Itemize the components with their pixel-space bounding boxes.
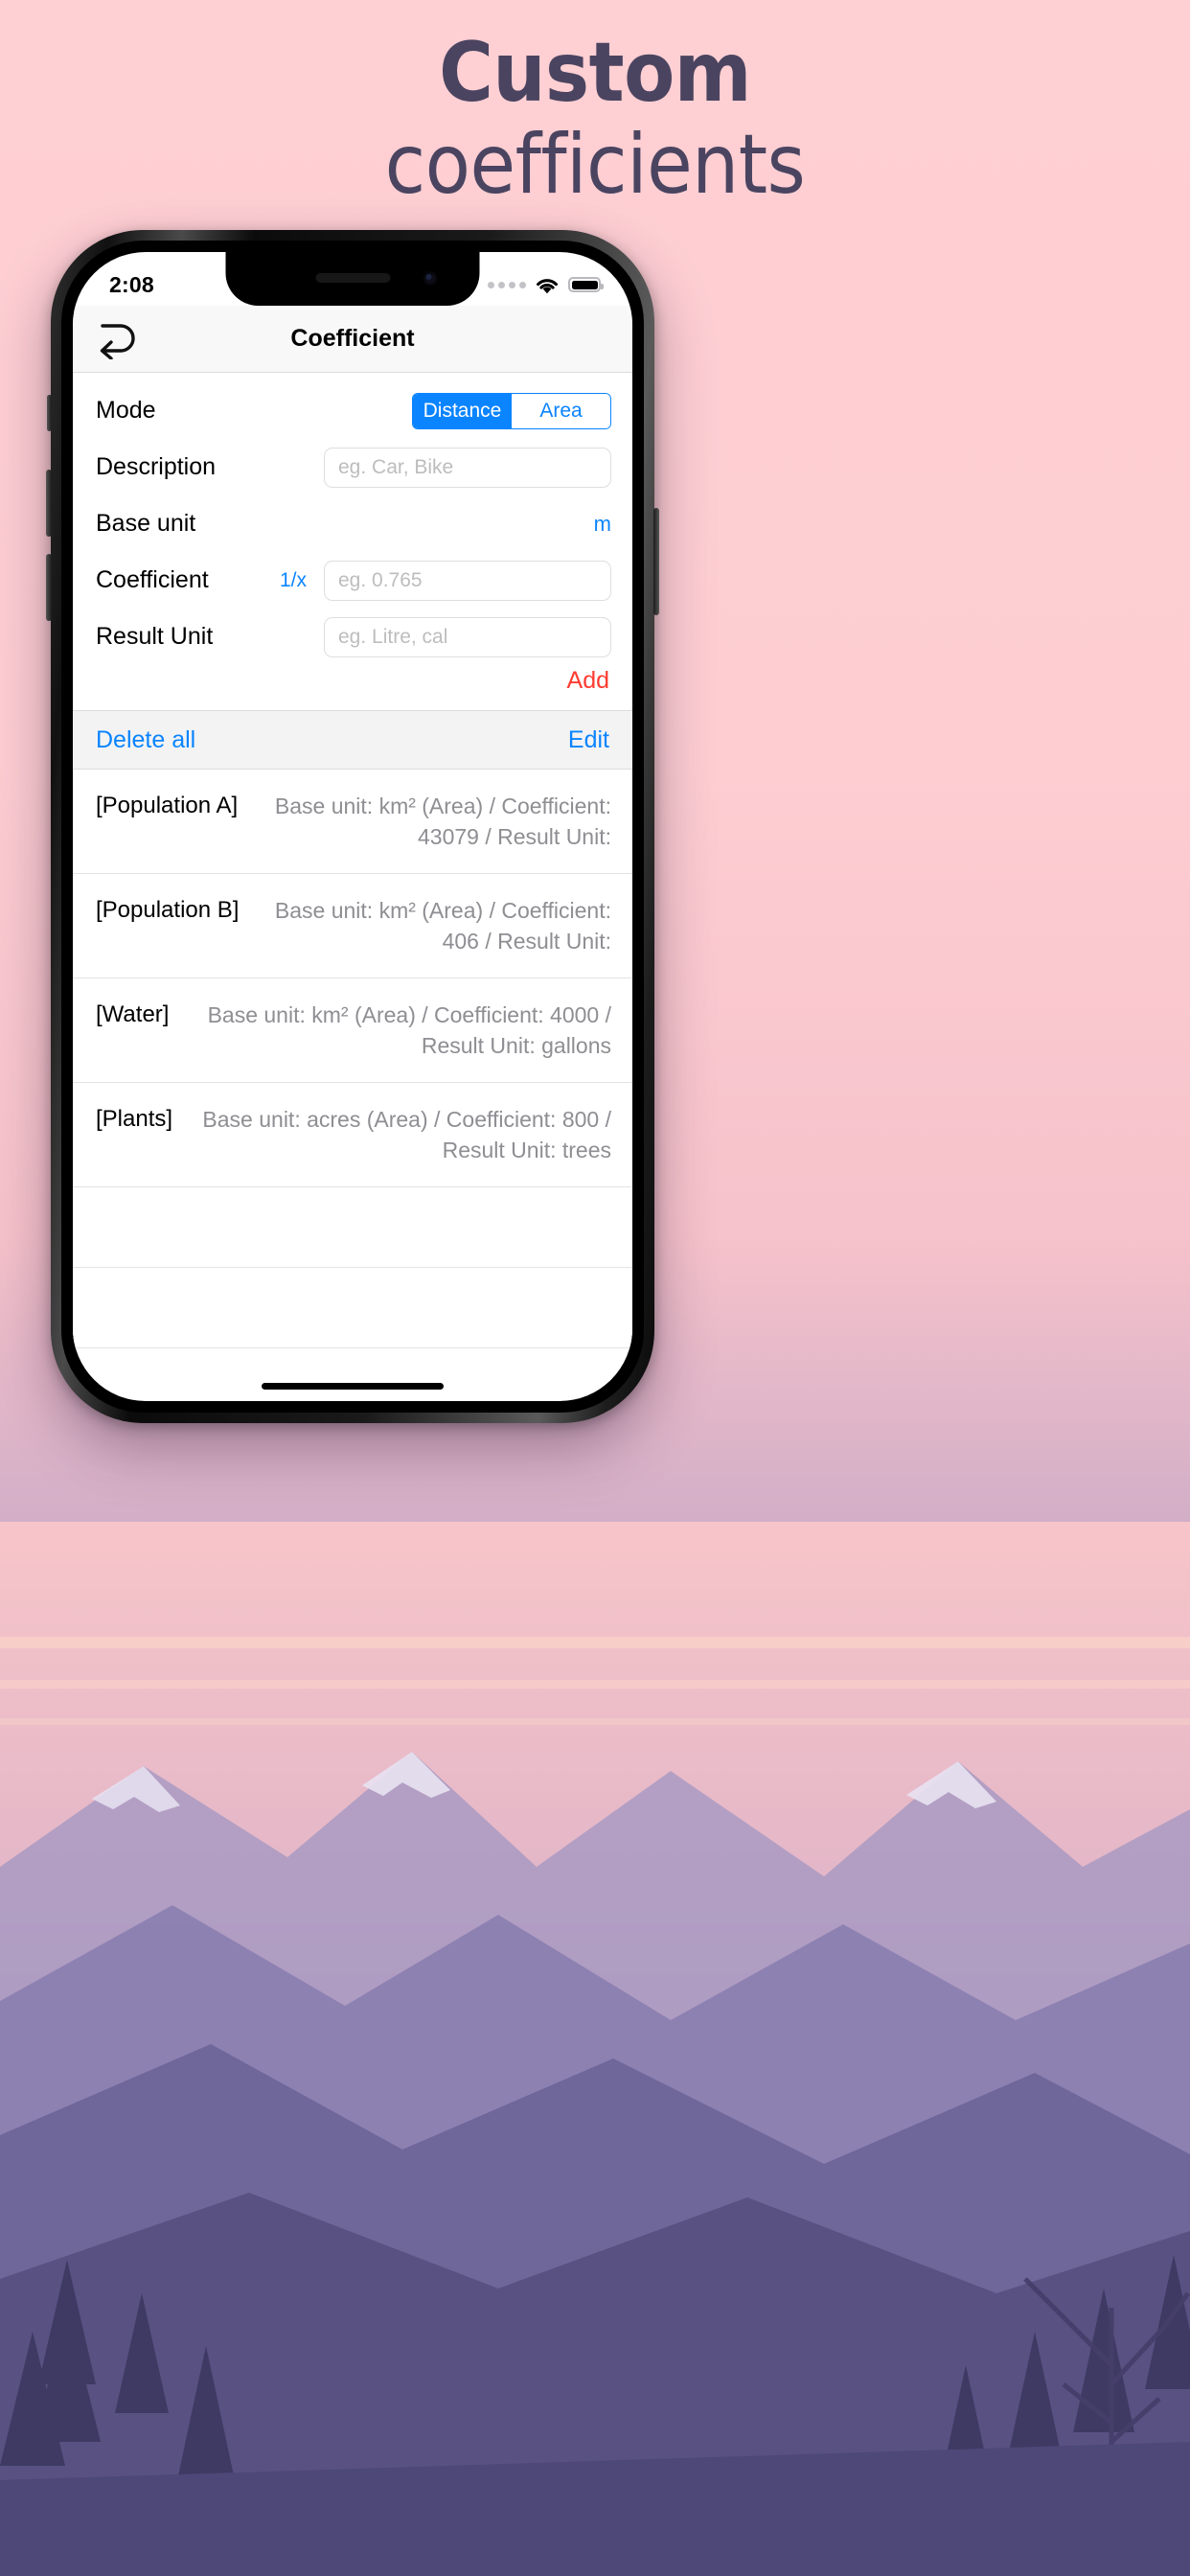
delete-all-button[interactable]: Delete all — [96, 726, 195, 754]
list-item[interactable]: [Population B] Base unit: km² (Area) / C… — [73, 874, 632, 978]
edit-button[interactable]: Edit — [568, 726, 609, 754]
list-item-name: [Population B] — [96, 897, 240, 923]
list-item-detail: Base unit: acres (Area) / Coefficient: 8… — [202, 1107, 611, 1162]
list-item-name: [Water] — [96, 1001, 170, 1027]
battery-icon — [568, 277, 604, 292]
device-notch — [225, 252, 480, 306]
list-toolbar: Delete all Edit — [73, 710, 632, 770]
mountain-illustration — [0, 1522, 1190, 2576]
wifi-icon — [537, 278, 558, 293]
undo-back-arrow-icon[interactable] — [96, 319, 144, 360]
list-item[interactable] — [73, 1268, 632, 1348]
inverse-toggle[interactable]: 1/x — [280, 569, 307, 592]
headline-line-1: Custom — [439, 25, 751, 121]
mode-segmented-control[interactable]: Distance Area — [412, 392, 611, 429]
description-input[interactable]: eg. Car, Bike — [324, 447, 611, 488]
add-button[interactable]: Add — [567, 667, 609, 695]
add-row: Add — [73, 665, 632, 710]
form-row-mode: Mode Distance Area — [73, 382, 632, 439]
result-unit-label: Result Unit — [96, 623, 214, 650]
result-unit-input[interactable]: eg. Litre, cal — [324, 616, 611, 657]
coefficient-input[interactable]: eg. 0.765 — [324, 560, 611, 601]
description-label: Description — [96, 453, 217, 480]
list-item-name: [Plants] — [96, 1106, 173, 1132]
list-item[interactable]: [Water] Base unit: km² (Area) / Coeffici… — [73, 978, 632, 1083]
list-item[interactable] — [73, 1187, 632, 1268]
segment-distance[interactable]: Distance — [413, 393, 512, 428]
navigation-bar: Coefficient — [73, 306, 632, 373]
base-unit-value[interactable]: m — [594, 512, 611, 537]
list-item[interactable]: [Population A] Base unit: km² (Area) / C… — [73, 770, 632, 874]
phone-frame: 2:08 Coefficient Mode Distance Area Desc… — [46, 230, 659, 1423]
list-item[interactable]: [Plants] Base unit: acres (Area) / Coeff… — [73, 1083, 632, 1187]
volume-up-button[interactable] — [46, 470, 52, 537]
poster-headline: Custom coefficients — [0, 27, 1190, 211]
form-row-result-unit: Result Unit eg. Litre, cal — [73, 609, 632, 665]
front-camera-icon — [423, 271, 438, 286]
volume-down-button[interactable] — [46, 554, 52, 621]
mute-switch[interactable] — [47, 395, 52, 431]
earpiece-speaker-icon — [315, 273, 390, 283]
coefficient-label: Coefficient — [96, 566, 209, 593]
segment-area[interactable]: Area — [512, 393, 610, 428]
base-unit-label: Base unit — [96, 510, 196, 537]
list-item-detail: Base unit: km² (Area) / Coefficient: 406… — [274, 898, 611, 954]
phone-screen: 2:08 Coefficient Mode Distance Area Desc… — [73, 252, 632, 1401]
headline-line-2: coefficients — [384, 117, 806, 213]
list-item-detail: Base unit: km² (Area) / Coefficient: 430… — [274, 794, 611, 849]
power-button[interactable] — [653, 508, 659, 615]
list-item-name: [Population A] — [96, 793, 239, 818]
coefficient-form: Mode Distance Area Description eg. Car, … — [73, 373, 632, 1348]
form-row-description: Description eg. Car, Bike — [73, 439, 632, 495]
list-item-detail: Base unit: km² (Area) / Coefficient: 400… — [207, 1002, 611, 1058]
coefficient-list: [Population A] Base unit: km² (Area) / C… — [73, 770, 632, 1348]
status-indicators — [488, 264, 604, 294]
signal-dots-icon — [488, 281, 526, 288]
mode-label: Mode — [96, 397, 156, 424]
phone-bezel: 2:08 Coefficient Mode Distance Area Desc… — [61, 241, 644, 1413]
page-title: Coefficient — [290, 325, 415, 352]
home-indicator[interactable] — [262, 1383, 444, 1390]
form-row-coefficient: Coefficient 1/x eg. 0.765 — [73, 552, 632, 609]
status-clock: 2:08 — [109, 271, 154, 297]
form-row-base-unit: Base unit m — [73, 495, 632, 552]
